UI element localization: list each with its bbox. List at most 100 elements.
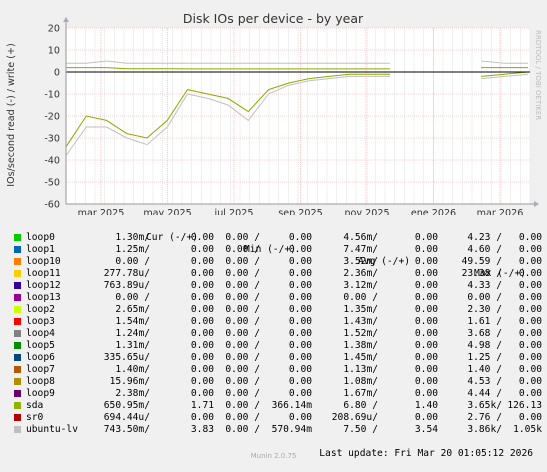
legend-swatch (14, 426, 21, 433)
legend-series-name: loop4 (26, 328, 55, 339)
legend-series-name: sda (26, 400, 44, 411)
legend-value-max-w: 0.00 (518, 388, 542, 399)
legend-row: loop6 335.65u/0.00 0.00 /0.00 1.45m/0.00 1.2… (0, 352, 547, 364)
legend-value-max-w: 0.00 (518, 304, 542, 315)
legend-value-avg-r: 3.12m/ (343, 280, 378, 291)
legend-value-max-w: 0.00 (518, 364, 542, 375)
legend-value-avg-r: 1.38m/ (343, 340, 378, 351)
legend-series-name: loop1 (26, 244, 55, 255)
legend-value-min-w: 570.94m (271, 424, 312, 435)
legend-value-avg-w: 0.00 (414, 364, 438, 375)
legend-value-max-w: 0.00 (518, 232, 542, 243)
legend-swatch (14, 366, 21, 373)
last-update-row: Last update: Fri Mar 20 01:05:12 2026 (0, 436, 547, 459)
legend-row: loop1 1.25m/0.00 0.00 /0.00 7.47m/0.00 4.60 … (0, 244, 547, 256)
legend-row: loop0 1.30m/0.00 0.00 /0.00 4.56m/0.00 4.23 … (0, 232, 547, 244)
legend-swatch (14, 306, 21, 313)
legend-value-min-w: 0.00 (288, 268, 312, 279)
legend-value-avg-r: 7.47m/ (343, 244, 378, 255)
legend-swatch (14, 414, 21, 421)
legend-value-cur-r: 1.30m/ (115, 232, 150, 243)
legend-value-cur-r: 335.65u/ (103, 352, 150, 363)
legend-row: loop2 2.65m/0.00 0.00 /0.00 1.35m/0.00 2.30 … (0, 304, 547, 316)
legend-value-cur-r: 0.00 / (115, 292, 150, 303)
legend-value-max-w: 0.00 (518, 244, 542, 255)
legend-value-avg-w: 1.40 (414, 400, 438, 411)
chart-area: Disk IOs per device - by year IOs/second… (6, 11, 542, 215)
legend-value-avg-r: 4.56m/ (343, 232, 378, 243)
legend-swatch (14, 318, 21, 325)
legend-value-avg-r: 3.52m/ (343, 256, 378, 267)
legend-series-name: loop2 (26, 304, 55, 315)
legend-value-avg-w: 0.00 (414, 388, 438, 399)
legend-value-max-w: 0.00 (518, 280, 542, 291)
legend-value-avg-w: 0.00 (414, 376, 438, 387)
legend-swatch (14, 294, 21, 301)
legend-value-max-w: 0.00 (518, 412, 542, 423)
legend-series-name: loop0 (26, 232, 55, 243)
legend-value-cur-r: 1.25m/ (115, 244, 150, 255)
legend-value-cur-r: 763.89u/ (103, 280, 150, 291)
legend-row: loop3 1.54m/0.00 0.00 /0.00 1.43m/0.00 1.61 … (0, 316, 547, 328)
y-tick-label: 10 (48, 46, 60, 57)
legend-value-avg-r: 1.13m/ (343, 364, 378, 375)
y-tick-label: -50 (44, 178, 60, 189)
legend-value-avg-w: 0.00 (414, 328, 438, 339)
x-tick-label: jul 2025 (214, 208, 254, 215)
legend-series-name: loop9 (26, 388, 55, 399)
legend-value-min-w: 0.00 (288, 244, 312, 255)
x-tick-label: may 2025 (143, 208, 191, 215)
legend-value-avg-w: 0.00 (414, 352, 438, 363)
legend-value-max-w: 0.00 (518, 352, 542, 363)
legend-value-cur-r: 0.00 / (115, 256, 150, 267)
legend-swatch (14, 282, 21, 289)
legend-value-cur-r: 743.50m/ (103, 424, 150, 435)
legend-value-avg-r: 2.36m/ (343, 268, 378, 279)
legend-row: loop8 15.96m/0.00 0.00 /0.00 1.08m/0.00 4.53… (0, 376, 547, 388)
x-tick-label: ene 2026 (411, 208, 456, 215)
legend-series-name: loop11 (26, 268, 61, 279)
legend-value-max-w: 126.13 (507, 400, 542, 411)
legend-row: loop13 0.00 /0.00 0.00 /0.00 0.00 /0.00 0.00… (0, 292, 547, 304)
legend-row: loop12 763.89u/0.00 0.00 /0.00 3.12m/0.00 4.… (0, 280, 547, 292)
legend-value-avg-w: 0.00 (414, 412, 438, 423)
legend-value-max-w: 0.00 (518, 256, 542, 267)
legend-series-name: ubuntu-lv (26, 424, 78, 435)
legend-series-name: loop5 (26, 340, 55, 351)
legend-value-cur-r: 15.96m/ (109, 376, 150, 387)
legend-series-name: loop3 (26, 316, 55, 327)
legend-row: ubuntu-lv 743.50m/3.83 0.00 /570.94m 7.50 /… (0, 424, 547, 436)
legend-value-max-w: 0.00 (518, 268, 542, 279)
legend-value-min-w: 0.00 (288, 232, 312, 243)
legend-swatch (14, 270, 21, 277)
legend-row: loop11 277.78u/0.00 0.00 /0.00 2.36m/0.00 23… (0, 268, 547, 280)
legend-value-avg-r: 1.45m/ (343, 352, 378, 363)
legend-value-cur-r: 2.38m/ (115, 388, 150, 399)
y-tick-label: 0 (54, 68, 60, 79)
legend-row: sda 650.95m/1.71 0.00 /366.14m 6.80 /1.40 3.… (0, 400, 547, 412)
legend-row: loop7 1.40m/0.00 0.00 /0.00 1.13m/0.00 1.40 … (0, 364, 547, 376)
x-tick-labels: mar 2025 may 2025 jul 2025 sep 2025 nov 2025… (78, 208, 524, 215)
legend-value-avg-r: 208.69u/ (331, 412, 378, 423)
legend-value-cur-r: 2.65m/ (115, 304, 150, 315)
legend-value-min-w: 0.00 (288, 316, 312, 327)
x-tick-label: mar 2025 (78, 208, 125, 215)
legend-row: loop10 0.00 /0.00 0.00 /0.00 3.52m/0.00 49.5… (0, 256, 547, 268)
x-tick-label: mar 2026 (477, 208, 524, 215)
legend-value-avg-w: 0.00 (414, 268, 438, 279)
legend-header: Cur (-/+) Min (-/+) Avg (-/+) Max (-/+) (0, 220, 547, 279)
legend-value-min-w: 0.00 (288, 328, 312, 339)
legend-swatch (14, 378, 21, 385)
footer: Munin 2.0.75 (250, 452, 297, 460)
legend-value-min-w: 0.00 (288, 292, 312, 303)
legend-value-avg-r: 1.43m/ (343, 316, 378, 327)
legend-value-avg-w: 3.54 (414, 424, 438, 435)
y-tick-label: -10 (44, 90, 60, 101)
legend-value-min-w: 0.00 (288, 352, 312, 363)
legend-value-min-w: 0.00 (288, 412, 312, 423)
legend-value-avg-w: 0.00 (414, 316, 438, 327)
legend-swatch (14, 402, 21, 409)
legend-value-cur-r: 1.24m/ (115, 328, 150, 339)
y-axis-arrow (63, 17, 69, 22)
legend-swatch (14, 234, 21, 241)
